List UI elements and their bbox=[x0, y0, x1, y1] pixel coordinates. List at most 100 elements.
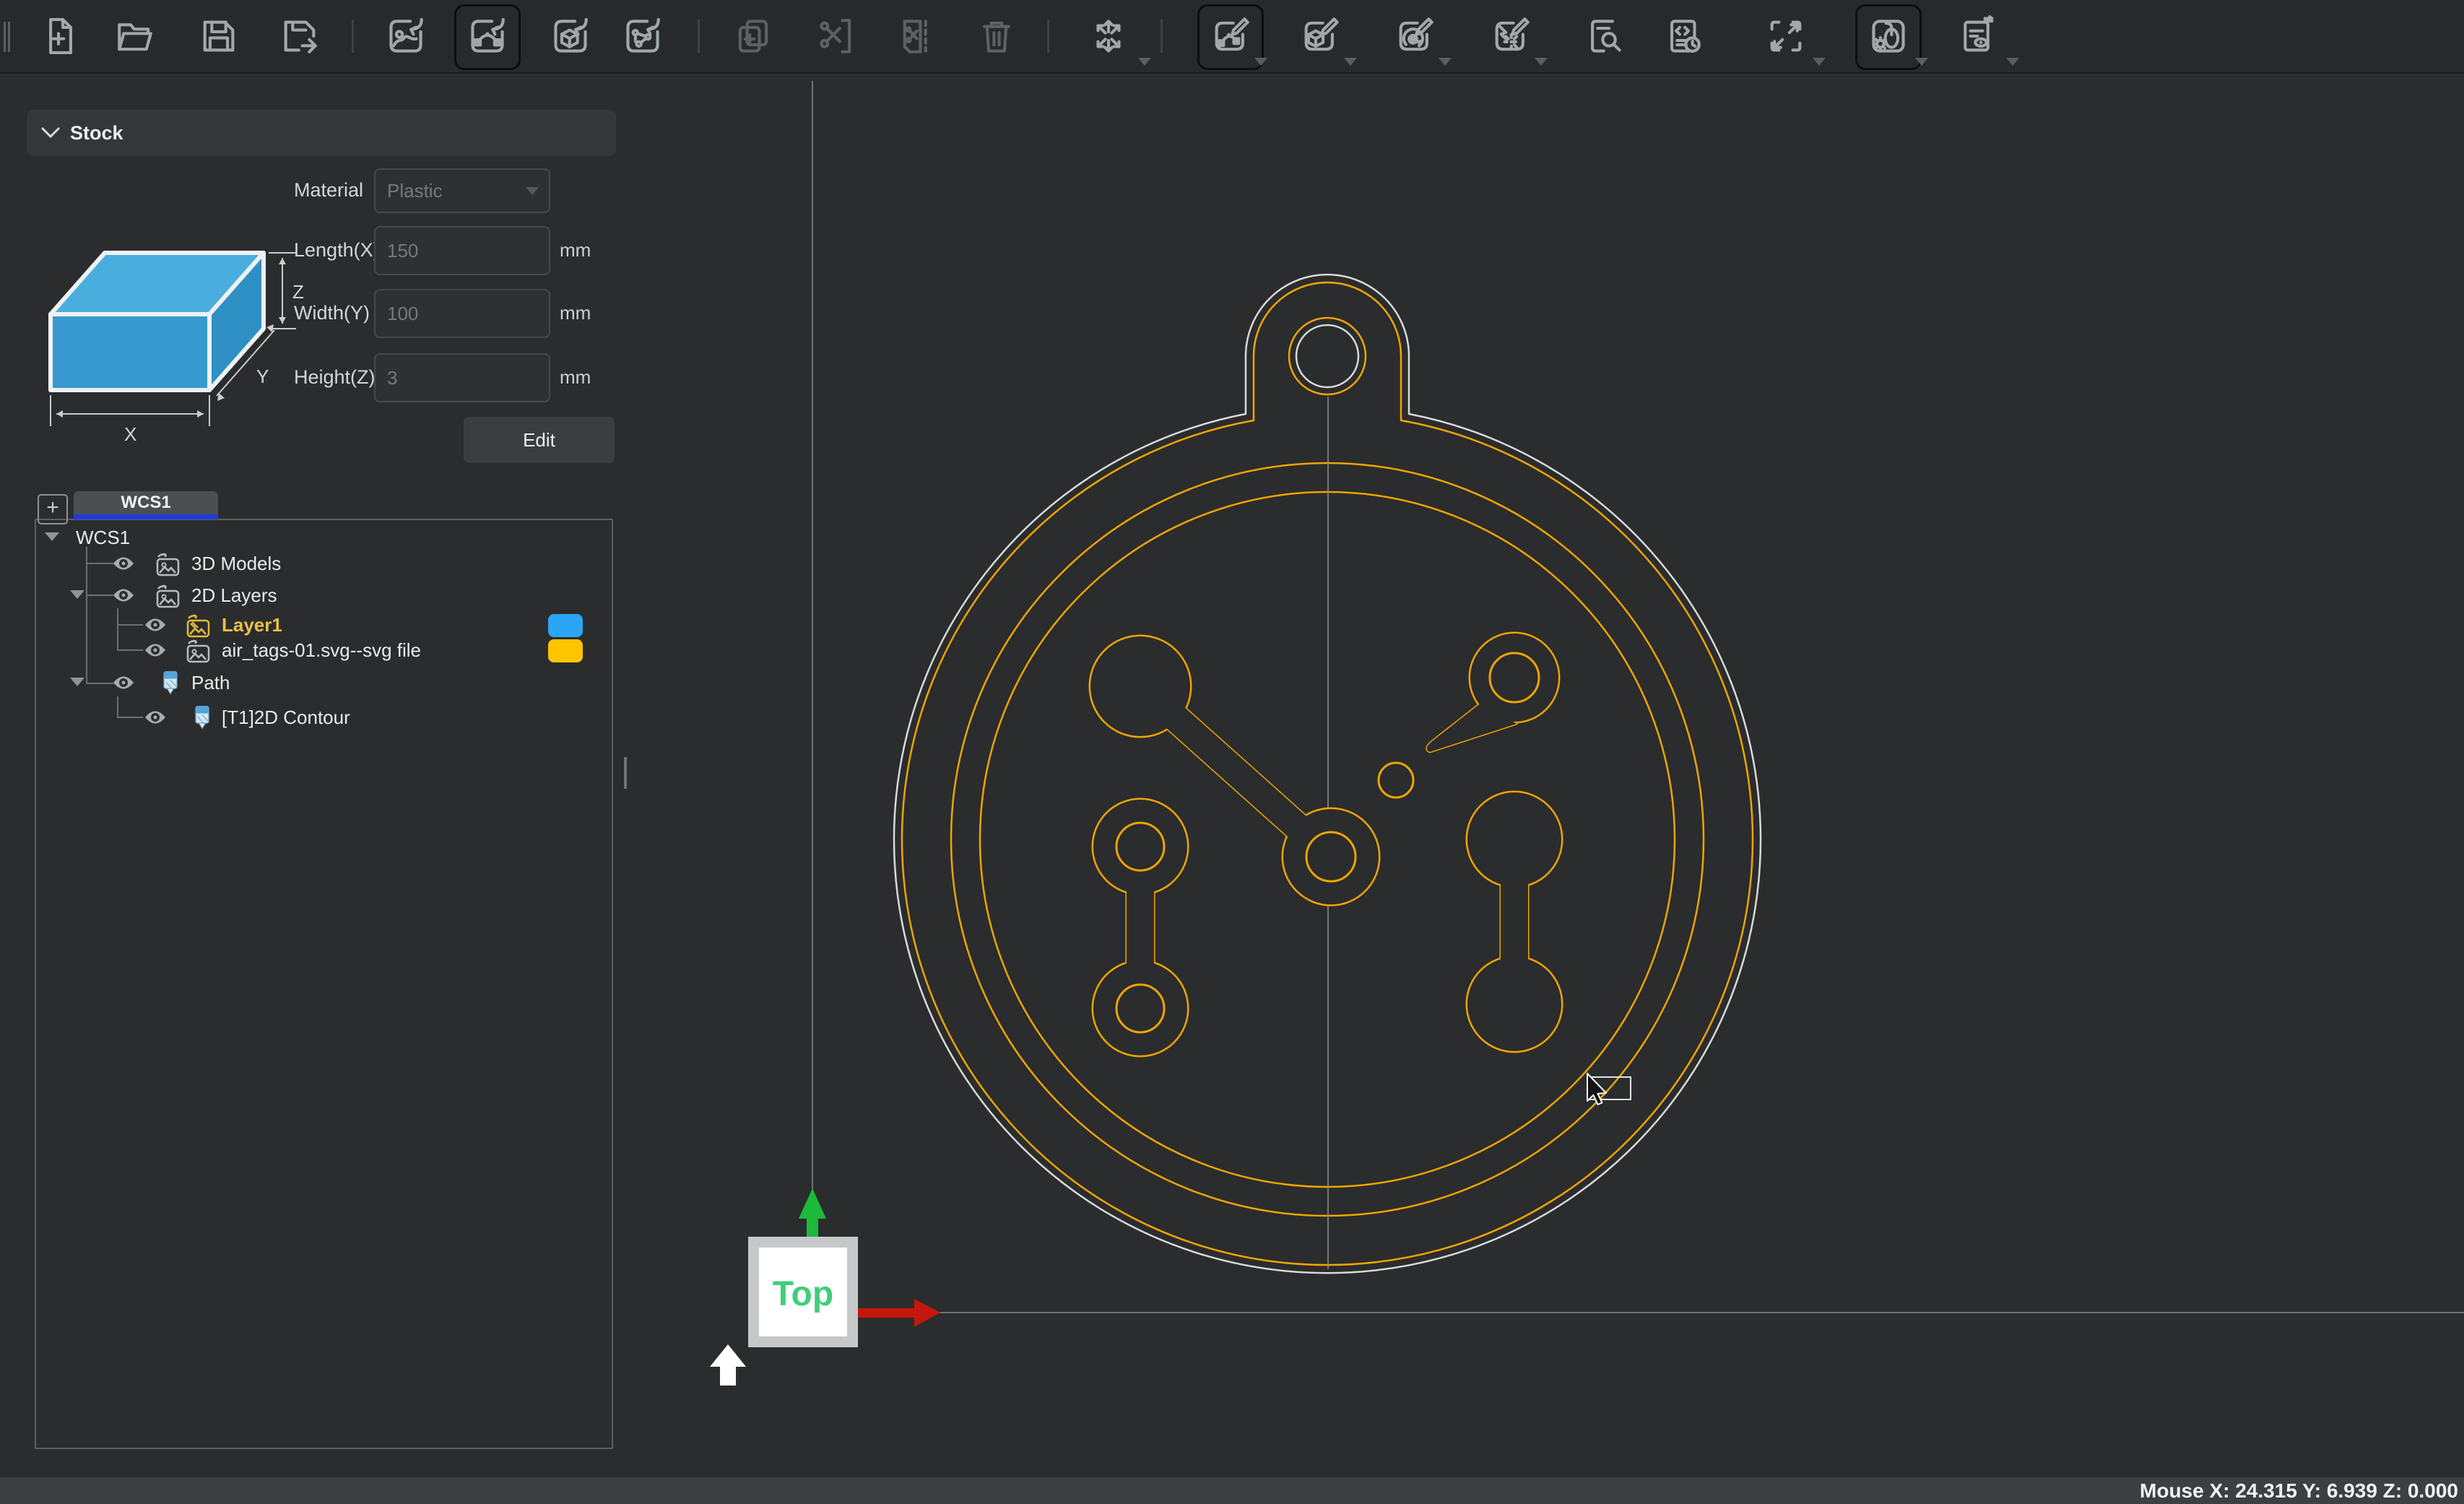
length-label: Length(X) bbox=[294, 239, 380, 262]
gcode-document-button[interactable] bbox=[1662, 14, 1706, 59]
view-settings-menu-caret[interactable] bbox=[2006, 58, 2019, 66]
save-as-button[interactable] bbox=[277, 14, 322, 59]
collapse-arrow-icon[interactable] bbox=[70, 678, 84, 686]
width-input[interactable]: 100 bbox=[374, 289, 550, 338]
tree-row-path[interactable]: Path bbox=[36, 670, 607, 696]
tree-row-3d-models[interactable]: 3D Models bbox=[36, 551, 607, 577]
tree-label: WCS1 bbox=[76, 527, 130, 549]
import-vector-icon bbox=[467, 15, 508, 57]
tree-row-wcs1[interactable]: WCS1 bbox=[36, 525, 607, 551]
import-toolpath-button[interactable] bbox=[620, 14, 665, 59]
tree-row-2d-layers[interactable]: 2D Layers bbox=[36, 583, 607, 609]
edit-model-icon bbox=[1299, 15, 1341, 57]
edit-vector-menu-caret[interactable] bbox=[1254, 58, 1267, 66]
wcs-tab[interactable]: WCS1 bbox=[74, 491, 218, 514]
open-file-button[interactable] bbox=[113, 14, 157, 59]
document-preview-icon bbox=[1584, 15, 1626, 57]
height-input[interactable]: 3 bbox=[374, 353, 550, 402]
toolbar-drag-handle[interactable] bbox=[4, 22, 6, 52]
panel-resize-grip[interactable] bbox=[624, 757, 627, 789]
paste-button[interactable] bbox=[892, 14, 937, 59]
edit-rotary-menu-caret[interactable] bbox=[1439, 58, 1452, 66]
visibility-eye-icon[interactable] bbox=[144, 616, 167, 634]
stock-panel-header[interactable]: Stock bbox=[27, 110, 616, 156]
mouse-settings-icon bbox=[1867, 15, 1909, 57]
length-value: 150 bbox=[387, 240, 418, 262]
layer-color-swatch[interactable] bbox=[548, 614, 583, 637]
edit-laser-button[interactable] bbox=[1488, 14, 1533, 59]
copy-button[interactable] bbox=[731, 14, 776, 59]
view-cube[interactable]: Top bbox=[748, 1237, 858, 1347]
tree-row-svg-file[interactable]: air_tags-01.svg--svg file bbox=[36, 638, 607, 664]
collapse-arrow-icon[interactable] bbox=[70, 590, 84, 599]
new-file-button[interactable] bbox=[36, 14, 81, 59]
status-bar: Mouse X: 24.315 Y: 6.939 Z: 0.000 bbox=[0, 1477, 2464, 1504]
material-select[interactable]: Plastic bbox=[374, 168, 550, 213]
stock-axis-x-label: X bbox=[124, 423, 136, 445]
fit-view-button[interactable] bbox=[1764, 14, 1808, 59]
import-image-button[interactable] bbox=[383, 14, 428, 59]
visibility-eye-icon[interactable] bbox=[112, 674, 135, 691]
edit-laser-menu-caret[interactable] bbox=[1535, 58, 1548, 66]
toolbar-drag-handle[interactable] bbox=[8, 22, 10, 52]
layer-image-icon bbox=[154, 584, 181, 609]
edit-model-menu-caret[interactable] bbox=[1344, 58, 1357, 66]
cut-button[interactable] bbox=[814, 14, 859, 59]
toolbar-separator bbox=[1161, 20, 1163, 53]
drawing-tag-outline bbox=[894, 275, 1761, 1273]
import-vector-button[interactable] bbox=[465, 14, 510, 59]
tree-label: [T1]2D Contour bbox=[222, 706, 350, 729]
tree-label: 3D Models bbox=[191, 553, 281, 575]
cut-icon bbox=[815, 15, 857, 57]
home-view-icon[interactable] bbox=[710, 1344, 746, 1386]
import-image-icon bbox=[385, 15, 427, 57]
drawing-interior-cutouts bbox=[1090, 633, 1562, 1056]
toolbar-separator bbox=[352, 20, 354, 53]
trash-icon bbox=[976, 15, 1018, 57]
edit-model-button[interactable] bbox=[1298, 14, 1342, 59]
fit-view-menu-caret[interactable] bbox=[1813, 58, 1826, 66]
open-folder-icon bbox=[114, 15, 156, 57]
tree-row-2d-contour[interactable]: [T1]2D Contour bbox=[36, 705, 607, 731]
x-axis-arrow bbox=[858, 1299, 940, 1327]
height-label: Height(Z) bbox=[294, 366, 376, 389]
visibility-eye-icon[interactable] bbox=[112, 587, 135, 604]
tree-row-layer1[interactable]: Layer1 bbox=[36, 613, 607, 639]
transform-icon bbox=[1088, 15, 1129, 57]
scene-tree-panel: WCS1 3D Models bbox=[35, 519, 613, 1449]
visibility-eye-icon[interactable] bbox=[144, 709, 167, 726]
main-toolbar bbox=[0, 0, 2464, 74]
edit-laser-icon bbox=[1490, 15, 1532, 57]
tree-label: air_tags-01.svg--svg file bbox=[222, 639, 421, 662]
transform-button[interactable] bbox=[1086, 14, 1131, 59]
stock-axis-z-label: Z bbox=[292, 281, 304, 303]
edit-stock-button[interactable]: Edit bbox=[464, 417, 615, 463]
view-settings-button[interactable] bbox=[1954, 14, 1999, 59]
length-input[interactable]: 150 bbox=[374, 226, 550, 275]
stock-preview-image: Z Y X bbox=[36, 206, 318, 451]
chevron-down-icon bbox=[526, 187, 539, 195]
edit-vector-button[interactable] bbox=[1208, 14, 1253, 59]
tree-label: Layer1 bbox=[222, 614, 282, 636]
layer-image-icon bbox=[184, 639, 212, 664]
save-button[interactable] bbox=[196, 14, 241, 59]
visibility-eye-icon[interactable] bbox=[112, 555, 135, 572]
stock-panel-title: Stock bbox=[70, 122, 123, 144]
collapse-arrow-icon[interactable] bbox=[45, 532, 59, 541]
import-model-button[interactable] bbox=[548, 14, 593, 59]
transform-menu-caret[interactable] bbox=[1138, 58, 1151, 66]
edit-rotary-button[interactable] bbox=[1392, 14, 1437, 59]
document-preview-button[interactable] bbox=[1582, 14, 1627, 59]
add-wcs-button[interactable]: + bbox=[38, 494, 68, 524]
layer-color-swatch[interactable] bbox=[548, 639, 583, 662]
fit-view-icon bbox=[1765, 15, 1807, 57]
mouse-settings-button[interactable] bbox=[1866, 14, 1911, 59]
visibility-eye-icon[interactable] bbox=[144, 641, 167, 659]
width-unit: mm bbox=[560, 302, 591, 324]
layer-image-icon-active bbox=[184, 614, 212, 639]
edit-rotary-icon bbox=[1394, 15, 1436, 57]
gcode-document-icon bbox=[1663, 15, 1705, 57]
view-settings-icon bbox=[1956, 15, 1997, 57]
delete-button[interactable] bbox=[974, 14, 1019, 59]
mouse-settings-menu-caret[interactable] bbox=[1915, 58, 1928, 66]
